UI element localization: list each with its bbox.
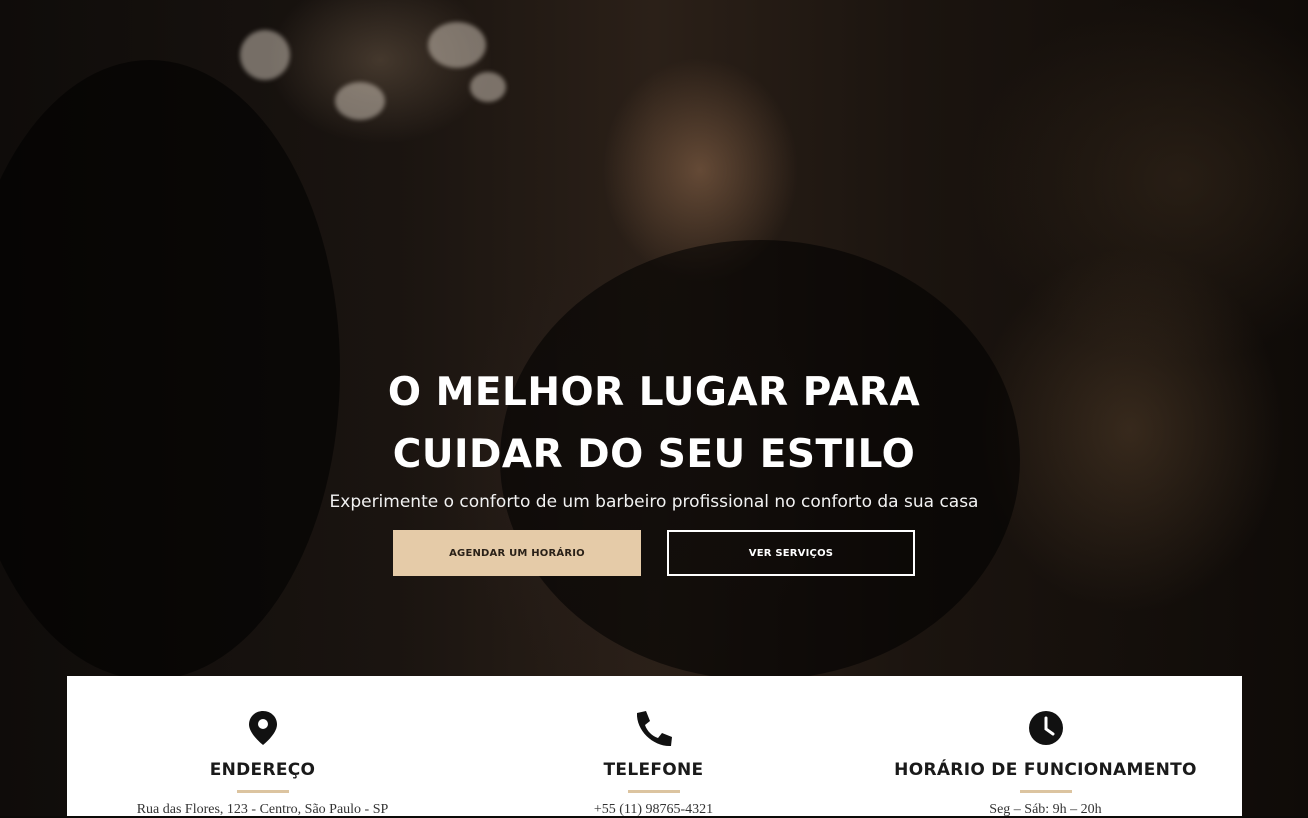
hero-title: O MELHOR LUGAR PARA CUIDAR DO SEU ESTILO — [0, 362, 1308, 486]
clock-icon — [1028, 710, 1064, 750]
bokeh-light — [428, 22, 486, 68]
hero-title-line: O MELHOR LUGAR PARA — [387, 370, 921, 415]
schedule-button[interactable]: AGENDAR UM HORÁRIO — [393, 530, 641, 576]
bokeh-light — [470, 72, 506, 102]
map-pin-icon — [248, 710, 278, 750]
hours-info: HORÁRIO DE FUNCIONAMENTO Seg – Sáb: 9h –… — [849, 676, 1242, 817]
bokeh-light — [240, 30, 290, 80]
divider — [627, 790, 680, 793]
address-label: ENDEREÇO — [209, 760, 316, 780]
divider — [236, 790, 289, 793]
phone-info: TELEFONE +55 (11) 98765-4321 — [458, 676, 849, 817]
phone-icon — [634, 710, 674, 752]
address-info: ENDEREÇO Rua das Flores, 123 - Centro, S… — [67, 676, 458, 817]
bokeh-light — [335, 82, 385, 120]
hero-title-line: CUIDAR DO SEU ESTILO — [392, 432, 916, 477]
info-bar: ENDEREÇO Rua das Flores, 123 - Centro, S… — [67, 676, 1242, 817]
hero-subtitle: Experimente o conforto de um barbeiro pr… — [329, 492, 979, 512]
hours-label: HORÁRIO DE FUNCIONAMENTO — [894, 760, 1197, 780]
phone-label: TELEFONE — [603, 760, 704, 780]
view-services-button[interactable]: VER SERVIÇOS — [667, 530, 915, 576]
divider — [1019, 790, 1072, 793]
